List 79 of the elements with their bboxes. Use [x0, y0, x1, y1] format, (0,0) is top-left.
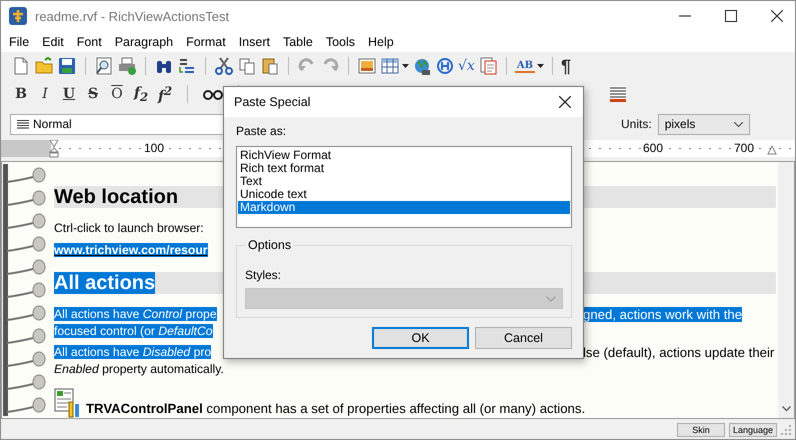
close-icon[interactable]: [771, 10, 783, 22]
link[interactable]: www.trichview.com/resour: [54, 243, 208, 257]
circled-symbol-icon[interactable]: [435, 56, 455, 76]
table-icon[interactable]: [380, 56, 400, 76]
glasses-icon[interactable]: [203, 88, 223, 100]
align-justify-icon[interactable]: [610, 86, 626, 102]
format-list-item[interactable]: RichView Format: [238, 149, 570, 162]
dialog-button[interactable]: Cancel: [475, 327, 572, 349]
caret-icon[interactable]: [402, 64, 409, 68]
dialog-title: Paste Special: [234, 95, 310, 109]
size-grip-icon[interactable]: [781, 425, 791, 435]
heading: All actions: [54, 272, 156, 294]
format-list-item[interactable]: Text: [238, 175, 570, 188]
scrollbar[interactable]: [778, 162, 794, 418]
caret-icon[interactable]: [537, 64, 544, 68]
paste-as-label: Paste as:: [236, 124, 288, 138]
menu-item[interactable]: Edit: [41, 34, 70, 48]
ruler-number: 700: [734, 141, 754, 155]
menu-item[interactable]: Table: [282, 34, 319, 48]
units-label: Units:: [621, 117, 652, 131]
pilcrow-button[interactable]: ¶: [561, 56, 572, 76]
menu-item[interactable]: Format: [185, 34, 232, 48]
paragraph-text: All actions have Control prope: [54, 307, 217, 321]
replace-icon[interactable]: [177, 56, 197, 76]
document-icon[interactable]: [478, 56, 498, 76]
menu-item[interactable]: Paragraph: [114, 34, 180, 48]
copy-icon[interactable]: [237, 56, 257, 76]
ruler-number: 600: [643, 141, 664, 155]
globe-icon[interactable]: [412, 56, 432, 76]
folder-icon[interactable]: [34, 56, 54, 76]
menu-item[interactable]: File: [8, 34, 36, 48]
units-combo[interactable]: pixels: [658, 114, 750, 134]
styles-label: Styles:: [245, 268, 282, 282]
dialog-button[interactable]: OK: [372, 327, 469, 349]
paragraph-text: gned, actions work with the: [583, 307, 742, 322]
maximize-icon[interactable]: [725, 10, 737, 22]
format-list-item[interactable]: Unicode text: [238, 188, 570, 201]
format-list-item[interactable]: Markdown: [238, 201, 570, 214]
paragraph-text: TRVAControlPanel component has a set of properties affecting all (or many) actions.: [86, 401, 586, 418]
ruler-margin: [1, 140, 51, 157]
indent-marker-icon[interactable]: [49, 140, 59, 158]
paragraph-text: Enabled property automatically.: [54, 362, 224, 376]
format-button[interactable]: S: [86, 86, 100, 102]
chevron-icon: [734, 122, 743, 126]
scroll-down-icon[interactable]: [782, 406, 790, 412]
format-button[interactable]: f$_{2}$: [134, 84, 148, 104]
options-title: Options: [245, 238, 294, 252]
chevron-icon: [546, 296, 556, 302]
format-button[interactable]: O: [110, 86, 124, 102]
menu-item[interactable]: Insert: [238, 34, 276, 48]
spellcheck-button[interactable]: AB: [514, 60, 536, 72]
paragraph-text: focused control (or DefaultCo: [54, 324, 213, 338]
ruler-number: 100: [144, 141, 164, 155]
format-list[interactable]: RichView Format Rich text format Text Unicode text Markdown: [236, 146, 572, 228]
heading: Web location: [54, 186, 178, 208]
format-button[interactable]: f$^{2}$: [158, 84, 172, 104]
paragraph-text: Ctrl-click to launch browser:: [54, 221, 204, 235]
right-margin-marker-icon[interactable]: [767, 145, 777, 155]
format-button[interactable]: I: [38, 86, 52, 102]
clipboard-icon[interactable]: [260, 56, 280, 76]
paragraph-text: All actions have Disabled pro: [54, 345, 212, 359]
window-title: readme.rvf - RichViewActionsTest: [35, 8, 230, 24]
menu-item[interactable]: Font: [76, 34, 108, 48]
image-icon[interactable]: [357, 56, 377, 76]
menu-item[interactable]: Help: [367, 34, 400, 48]
paragraph-text: lse (default), actions update their: [583, 345, 774, 360]
status-button[interactable]: Language: [729, 423, 777, 437]
equation-button[interactable]: √x: [458, 58, 475, 74]
paragraph-style-icon: [17, 120, 29, 128]
format-list-item[interactable]: Rich text format: [238, 162, 570, 175]
scissors-icon[interactable]: [214, 56, 234, 76]
menu-item[interactable]: Tools: [324, 34, 362, 48]
format-button[interactable]: B: [14, 86, 28, 102]
format-button[interactable]: U: [62, 86, 76, 102]
magnifier-icon[interactable]: [94, 56, 114, 76]
printer-icon[interactable]: [117, 56, 137, 76]
status-button[interactable]: Skin: [677, 423, 725, 437]
close-icon[interactable]: [559, 96, 571, 108]
app-icon: [9, 7, 27, 25]
